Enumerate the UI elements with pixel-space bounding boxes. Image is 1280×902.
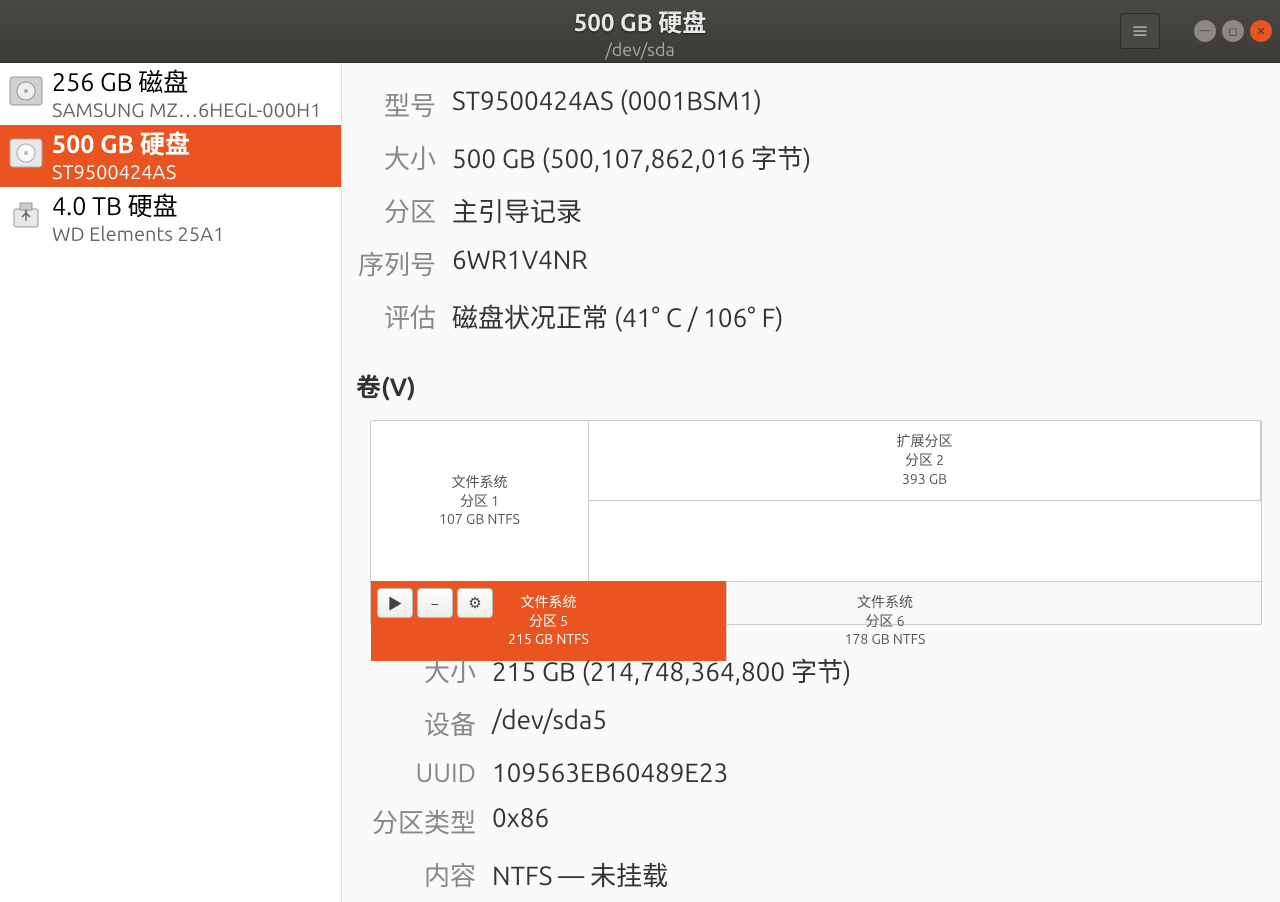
value-assessment: 磁盘状况正常 (41° C / 106° F) — [442, 291, 1260, 342]
sidebar-disk-2[interactable]: 4.0 TB 硬盘 WD Elements 25A1 — [0, 187, 341, 249]
part-name: 分区 2 — [905, 451, 944, 470]
part-size: 107 GB NTFS — [439, 510, 520, 529]
part-name: 分区 5 — [529, 612, 568, 631]
volumes-box: 文件系统 分区 1 107 GB NTFS 扩展分区 分区 2 393 GB 文… — [370, 420, 1262, 625]
maximize-button[interactable]: ◻ — [1222, 20, 1244, 42]
label-vol-uuid: UUID — [352, 751, 480, 794]
disk-info: 4.0 TB 硬盘 WD Elements 25A1 — [52, 191, 333, 245]
part-type: 文件系统 — [857, 593, 913, 612]
partition-6[interactable]: 文件系统 分区 6 178 GB NTFS — [727, 581, 1043, 661]
sidebar: 256 GB 磁盘 SAMSUNG MZ…6HEGL-000H1 500 GB … — [0, 63, 342, 902]
part-type: 扩展分区 — [897, 432, 953, 451]
disk-title: 4.0 TB 硬盘 — [52, 191, 333, 222]
partition-2-extended[interactable]: 扩展分区 分区 2 393 GB — [589, 421, 1261, 501]
drive-info-table: 型号 ST9500424AS (0001BSM1) 大小 500 GB (500… — [350, 77, 1262, 344]
value-vol-contents: NTFS — 未挂载 — [482, 849, 1260, 900]
minimize-button[interactable]: — — [1194, 20, 1216, 42]
value-size: 500 GB (500,107,862,016 字节) — [442, 132, 1260, 183]
part-size: 178 GB NTFS — [845, 630, 926, 649]
partition-1[interactable]: 文件系统 分区 1 107 GB NTFS — [371, 421, 589, 581]
content: 256 GB 磁盘 SAMSUNG MZ…6HEGL-000H1 500 GB … — [0, 63, 1280, 902]
close-button[interactable]: ✕ — [1250, 20, 1272, 42]
usb-drive-icon — [6, 195, 46, 235]
main-pane: 型号 ST9500424AS (0001BSM1) 大小 500 GB (500… — [342, 63, 1280, 902]
value-serial: 6WR1V4NR — [442, 238, 1260, 289]
disk-sub: WD Elements 25A1 — [52, 222, 333, 245]
partition-map: 文件系统 分区 1 107 GB NTFS 扩展分区 分区 2 393 GB 文… — [371, 421, 1261, 581]
delete-button[interactable]: − — [417, 588, 453, 618]
part-size: 393 GB — [902, 470, 947, 489]
label-size: 大小 — [352, 132, 440, 183]
minus-icon: − — [431, 595, 439, 612]
part-name: 分区 1 — [460, 492, 499, 511]
value-vol-uuid: 109563EB60489E23 — [482, 751, 1260, 794]
label-serial: 序列号 — [352, 238, 440, 289]
window-subtitle: /dev/sda — [574, 40, 707, 60]
label-vol-contents: 内容 — [352, 849, 480, 900]
label-vol-ptype: 分区类型 — [352, 796, 480, 847]
disk-title: 500 GB 硬盘 — [52, 129, 333, 160]
volumes-heading: 卷(V) — [356, 368, 1262, 404]
titlebar-center: 500 GB 硬盘 /dev/sda — [574, 3, 707, 60]
hdd-icon — [6, 71, 46, 111]
gears-icon: ⚙ — [468, 594, 481, 612]
hamburger-icon: ≡ — [1131, 18, 1149, 44]
window-title: 500 GB 硬盘 — [574, 3, 707, 38]
disk-info: 500 GB 硬盘 ST9500424AS — [52, 129, 333, 183]
play-icon: ▶ — [387, 593, 402, 614]
sidebar-disk-1[interactable]: 500 GB 硬盘 ST9500424AS — [0, 125, 341, 187]
titlebar-controls: ≡ — ◻ ✕ — [1120, 13, 1272, 49]
disk-title: 256 GB 磁盘 — [52, 67, 333, 98]
titlebar: 500 GB 硬盘 /dev/sda ≡ — ◻ ✕ — [0, 0, 1280, 63]
hdd-icon — [6, 133, 46, 173]
value-model: ST9500424AS (0001BSM1) — [442, 79, 1260, 130]
volume-info-table: 大小 215 GB (214,748,364,800 字节) 设备 /dev/s… — [350, 643, 1262, 902]
label-vol-device: 设备 — [352, 698, 480, 749]
part-name: 分区 6 — [865, 612, 904, 631]
label-assessment: 评估 — [352, 291, 440, 342]
part-type: 文件系统 — [521, 593, 577, 612]
value-vol-device: /dev/sda5 — [482, 698, 1260, 749]
part-type: 文件系统 — [452, 473, 508, 492]
disk-sub: SAMSUNG MZ…6HEGL-000H1 — [52, 98, 333, 121]
part-size: 215 GB NTFS — [508, 630, 589, 649]
disk-sub: ST9500424AS — [52, 160, 333, 183]
value-vol-ptype: 0x86 — [482, 796, 1260, 847]
mount-button[interactable]: ▶ — [377, 588, 413, 618]
sidebar-disk-0[interactable]: 256 GB 磁盘 SAMSUNG MZ…6HEGL-000H1 — [0, 63, 341, 125]
options-button[interactable]: ⚙ — [457, 588, 493, 618]
menu-button[interactable]: ≡ — [1120, 13, 1160, 49]
value-partitioning: 主引导记录 — [442, 185, 1260, 236]
disk-info: 256 GB 磁盘 SAMSUNG MZ…6HEGL-000H1 — [52, 67, 333, 121]
label-model: 型号 — [352, 79, 440, 130]
label-partitioning: 分区 — [352, 185, 440, 236]
